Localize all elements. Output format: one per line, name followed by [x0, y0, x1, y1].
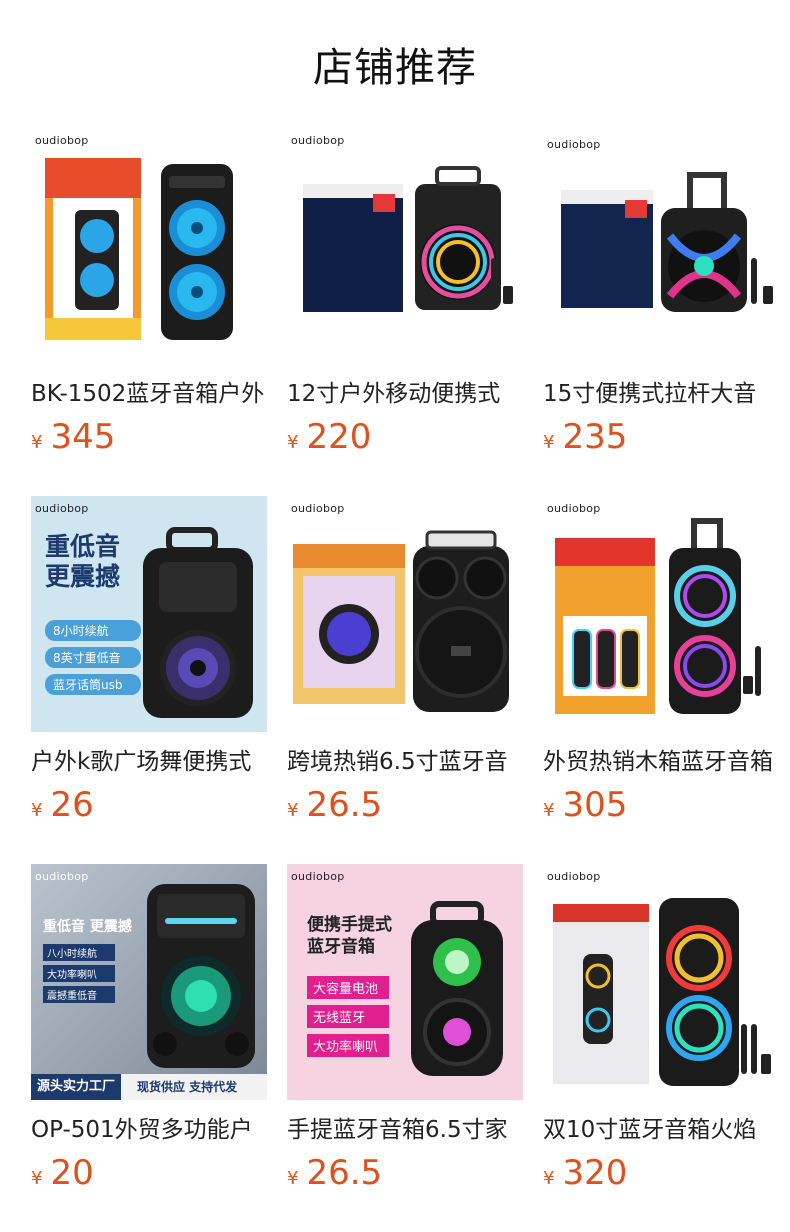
price-value: 235 [562, 417, 628, 457]
product-title[interactable]: 手提蓝牙音箱6.5寸家 [287, 1114, 523, 1146]
section-header: 店铺推荐 [0, 0, 790, 130]
currency-symbol: ¥ [543, 432, 555, 453]
product-title[interactable]: 双10寸蓝牙音箱火焰 [543, 1114, 779, 1146]
currency-symbol: ¥ [287, 800, 299, 821]
product-image[interactable]: oudiobop [287, 496, 523, 732]
product-price: ¥ 320 [543, 1152, 627, 1194]
product-price: ¥ 235 [543, 416, 627, 458]
product-title[interactable]: BK-1502蓝牙音箱户外 [31, 378, 267, 410]
product-image[interactable]: oudiobop [287, 128, 523, 364]
product-title[interactable]: 户外k歌广场舞便携式 [31, 746, 267, 778]
product-price: ¥ 220 [287, 416, 371, 458]
product-price: ¥ 26.5 [287, 1152, 382, 1194]
promo-banner-left: 源头实力工厂 [31, 1074, 122, 1100]
currency-symbol: ¥ [31, 1168, 43, 1189]
price-value: 220 [306, 417, 372, 457]
price-value: 345 [50, 417, 116, 457]
currency-symbol: ¥ [31, 800, 43, 821]
product-price: ¥ 345 [31, 416, 115, 458]
price-value: 320 [562, 1153, 628, 1193]
currency-symbol: ¥ [543, 800, 555, 821]
currency-symbol: ¥ [287, 432, 299, 453]
product-title[interactable]: 12寸户外移动便携式 [287, 378, 523, 410]
price-value: 26 [50, 785, 94, 825]
section-title: 店铺推荐 [313, 45, 477, 91]
product-title[interactable]: 15寸便携式拉杆大音 [543, 378, 779, 410]
product-image[interactable]: oudiobop 重低音 更震撼 8小时续航 8英寸重低音 蓝牙话筒usb [31, 496, 267, 732]
product-title[interactable]: 外贸热销木箱蓝牙音箱 [543, 746, 779, 778]
price-value: 26.5 [306, 785, 383, 825]
product-price: ¥ 26 [31, 784, 94, 826]
brand-logo: oudiobop [547, 138, 601, 151]
product-price: ¥ 26.5 [287, 784, 382, 826]
brand-logo: oudiobop [35, 134, 89, 147]
product-price: ¥ 20 [31, 1152, 94, 1194]
promo-banner-right: 现货供应 支持代发 [137, 1080, 238, 1094]
product-image[interactable]: oudiobop 便携手提式 蓝牙音箱 大容量电池 无线蓝牙 大功率喇叭 [287, 864, 523, 1100]
product-title[interactable]: 跨境热销6.5寸蓝牙音 [287, 746, 523, 778]
product-grid: oudiobop BK-1502蓝牙音箱户外 ¥ 345 oudiobop 12… [31, 128, 790, 1228]
product-image[interactable]: oudiobop 重低音 更震撼 八小时续航 大功率喇叭 震撼重低音 源头实力工… [31, 864, 267, 1100]
brand-logo: oudiobop [291, 502, 345, 515]
currency-symbol: ¥ [287, 1168, 299, 1189]
brand-logo: oudiobop [547, 502, 601, 515]
product-image[interactable]: oudiobop [31, 128, 267, 364]
brand-logo: oudiobop [547, 870, 601, 883]
product-image[interactable]: oudiobop [543, 864, 779, 1100]
price-value: 26.5 [306, 1153, 383, 1193]
product-title[interactable]: OP-501外贸多功能户 [31, 1114, 267, 1146]
currency-symbol: ¥ [543, 1168, 555, 1189]
product-image[interactable]: oudiobop [543, 128, 779, 364]
price-value: 305 [562, 785, 628, 825]
product-price: ¥ 305 [543, 784, 627, 826]
brand-logo: oudiobop [291, 134, 345, 147]
price-value: 20 [50, 1153, 94, 1193]
product-image[interactable]: oudiobop [543, 496, 779, 732]
currency-symbol: ¥ [31, 432, 43, 453]
